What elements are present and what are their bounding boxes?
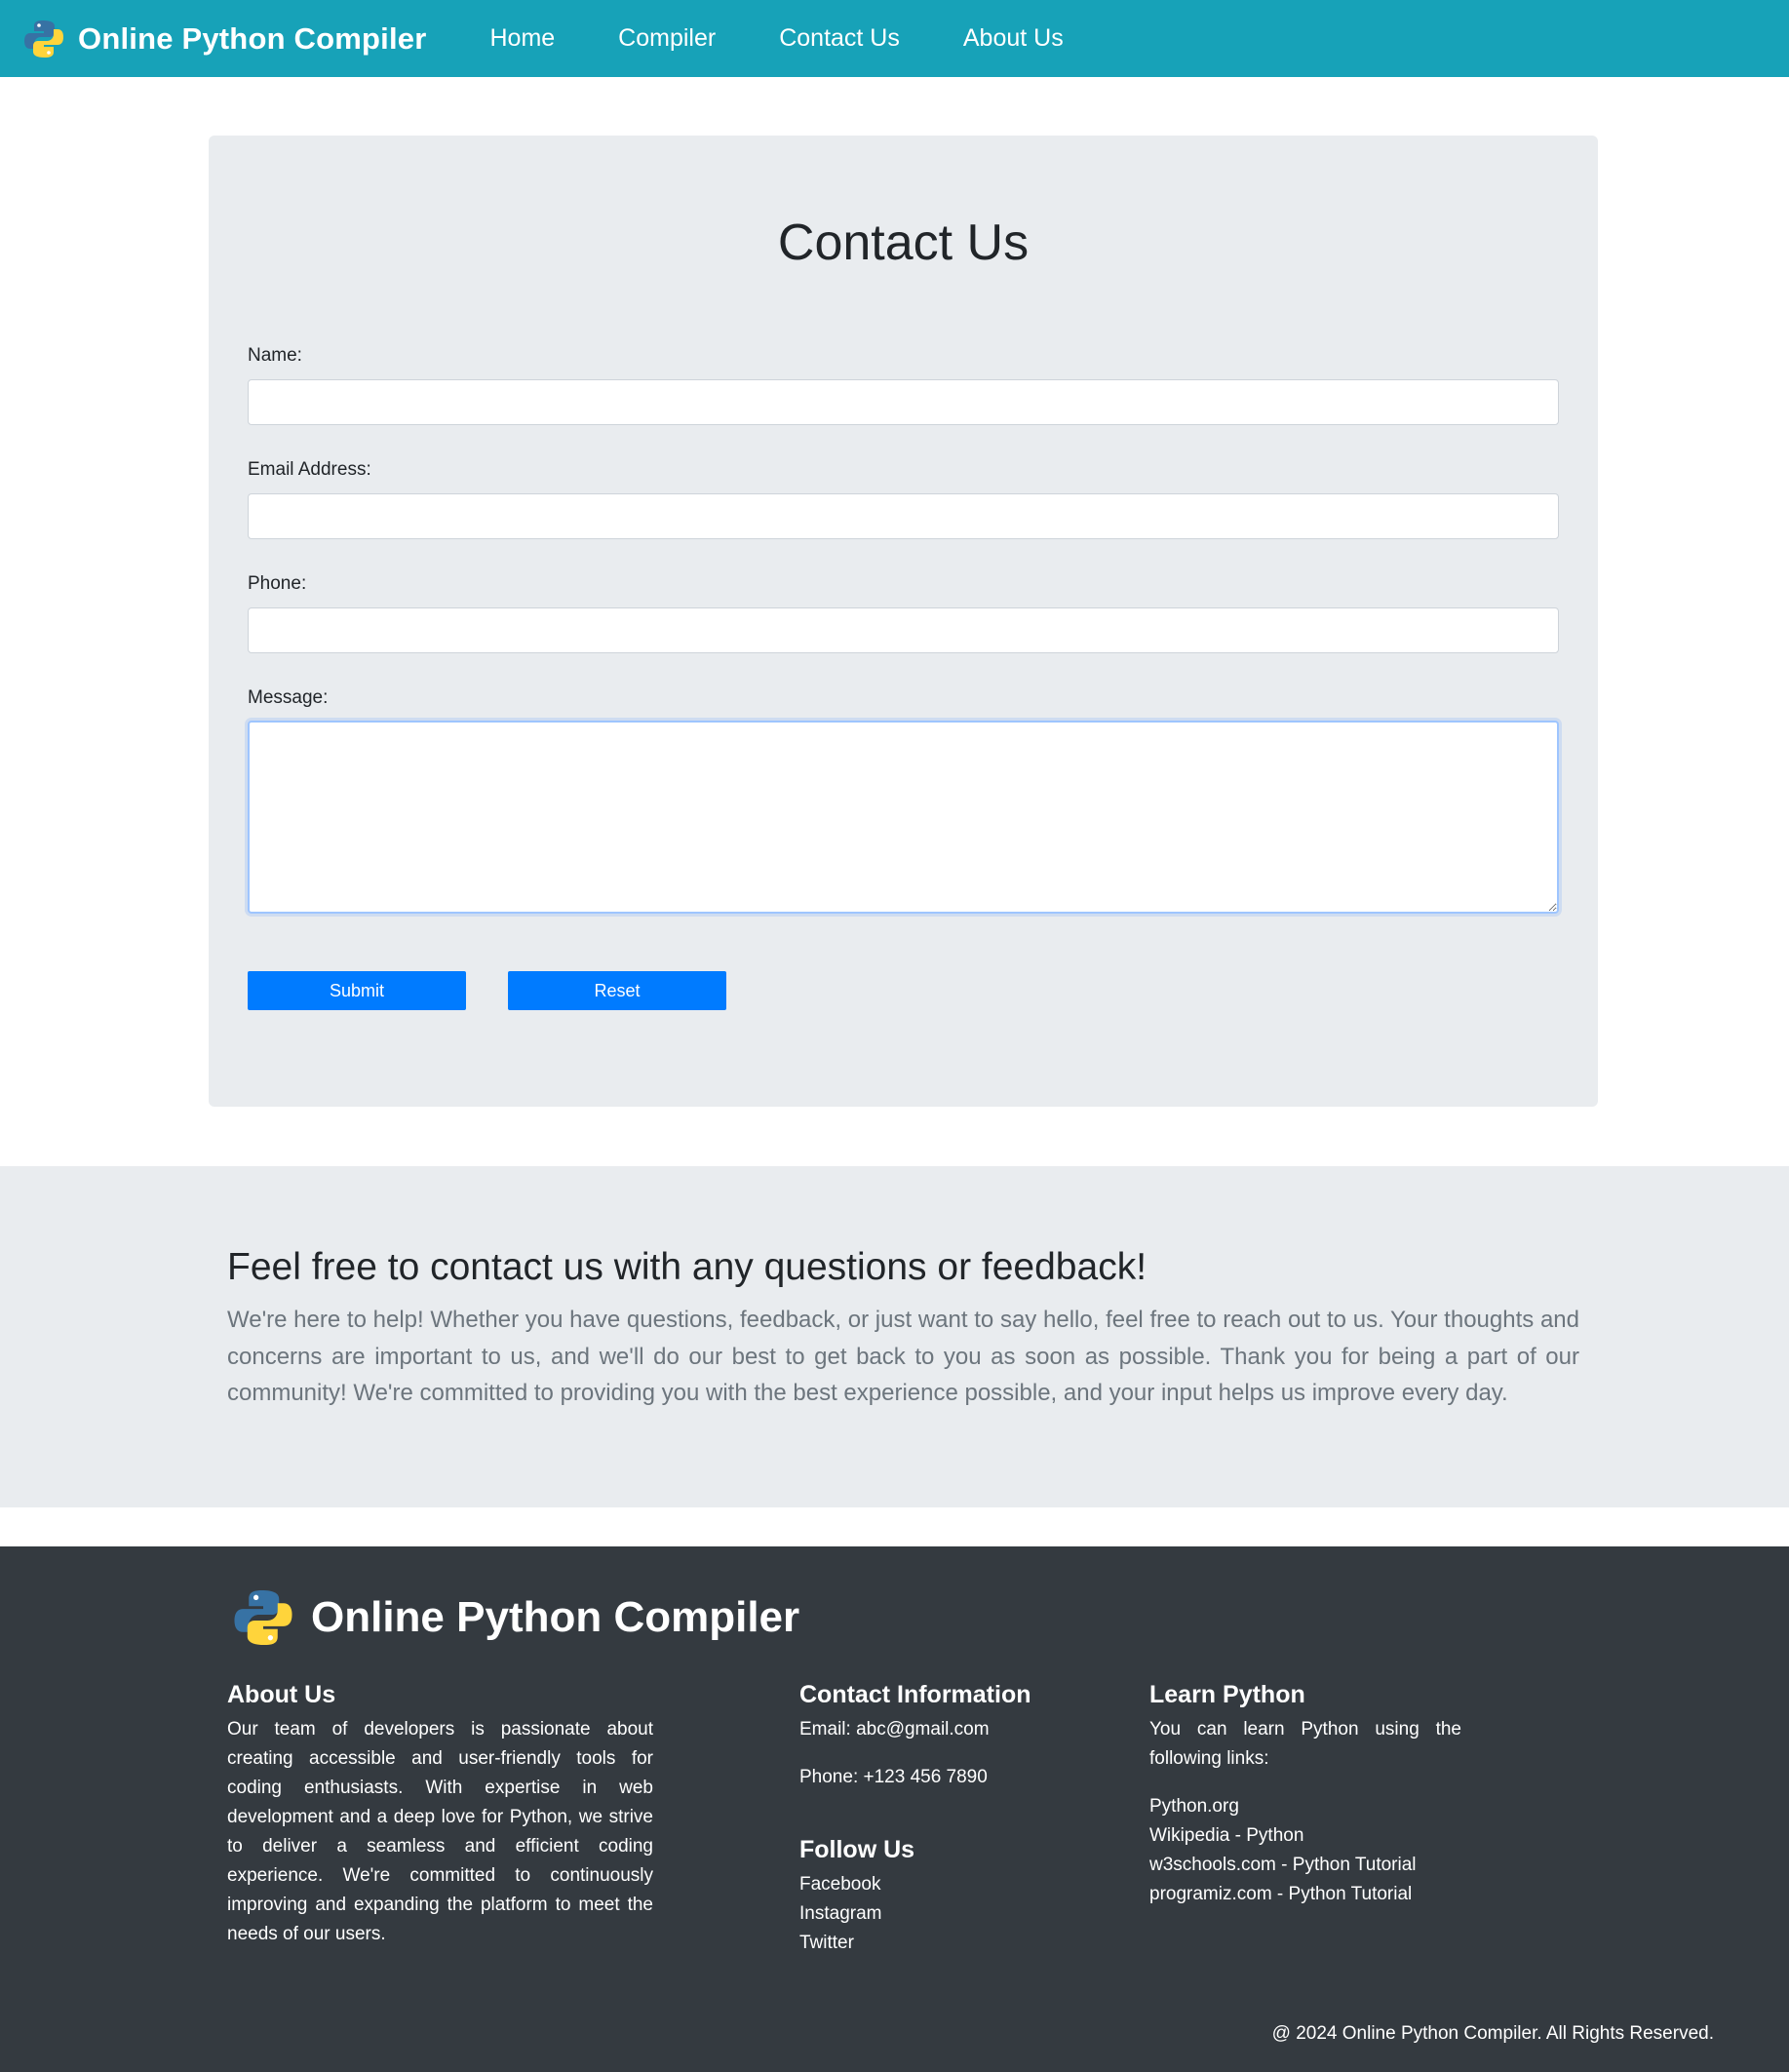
- copyright-text: @ 2024 Online Python Compiler. All Right…: [1271, 2023, 1714, 2044]
- contact-form-card: Contact Us Name: Email Address: Phone: M…: [209, 136, 1598, 1107]
- footer-brand-text: Online Python Compiler: [311, 1593, 800, 1641]
- phone-label: Phone:: [248, 573, 307, 594]
- submit-button[interactable]: Submit: [248, 971, 466, 1010]
- footer-about-heading: About Us: [227, 1681, 336, 1708]
- footer-link-w3schools[interactable]: w3schools.com - Python Tutorial: [1149, 1851, 1461, 1880]
- nav-link-home[interactable]: Home: [489, 24, 555, 53]
- footer-link-twitter[interactable]: Twitter: [799, 1929, 1092, 1958]
- footer-phone: Phone: +123 456 7890: [799, 1767, 988, 1787]
- reset-button[interactable]: Reset: [508, 971, 726, 1010]
- footer-link-facebook[interactable]: Facebook: [799, 1870, 1092, 1899]
- footer: Online Python Compiler About Us Our team…: [0, 1546, 1789, 2072]
- nav-link-about-us[interactable]: About Us: [963, 24, 1064, 53]
- message-label: Message:: [248, 687, 329, 708]
- email-input[interactable]: [248, 493, 1559, 539]
- phone-input[interactable]: [248, 607, 1559, 653]
- page-title: Contact Us: [777, 215, 1030, 271]
- footer-about-column: About Us Our team of developers is passi…: [227, 1681, 653, 1949]
- footer-brand: Online Python Compiler: [233, 1587, 799, 1648]
- footer-link-python-org[interactable]: Python.org: [1149, 1792, 1461, 1821]
- python-logo-icon: [234, 1589, 292, 1646]
- nav-links: Home Compiler Contact Us About Us: [489, 24, 1126, 53]
- footer-contact-column: Contact Information Email: abc@gmail.com…: [799, 1681, 1092, 1958]
- navbar-brand-text: Online Python Compiler: [78, 20, 427, 56]
- message-textarea[interactable]: [248, 721, 1559, 914]
- footer-follow-heading: Follow Us: [799, 1836, 915, 1863]
- info-heading: Feel free to contact us with any questio…: [227, 1246, 1147, 1288]
- footer-email: Email: abc@gmail.com: [799, 1719, 990, 1740]
- footer-about-text: Our team of developers is passionate abo…: [227, 1719, 653, 1944]
- footer-contact-heading: Contact Information: [799, 1681, 1031, 1708]
- footer-link-instagram[interactable]: Instagram: [799, 1899, 1092, 1929]
- nav-link-compiler[interactable]: Compiler: [618, 24, 716, 53]
- name-input[interactable]: [248, 379, 1559, 425]
- footer-link-wikipedia[interactable]: Wikipedia - Python: [1149, 1821, 1461, 1851]
- name-label: Name:: [248, 345, 302, 366]
- footer-learn-column: Learn Python You can learn Python using …: [1149, 1681, 1461, 1909]
- email-label: Email Address:: [248, 459, 371, 480]
- navbar: Online Python Compiler Home Compiler Con…: [0, 0, 1789, 77]
- footer-link-programiz[interactable]: programiz.com - Python Tutorial: [1149, 1880, 1461, 1909]
- footer-learn-text: You can learn Python using the following…: [1149, 1719, 1461, 1769]
- navbar-brand[interactable]: Online Python Compiler: [23, 19, 426, 59]
- contact-info-band: Feel free to contact us with any questio…: [0, 1166, 1789, 1507]
- python-logo-icon: [24, 20, 63, 58]
- nav-link-contact-us[interactable]: Contact Us: [779, 24, 900, 53]
- info-paragraph: We're here to help! Whether you have que…: [227, 1307, 1579, 1406]
- footer-learn-heading: Learn Python: [1149, 1681, 1305, 1708]
